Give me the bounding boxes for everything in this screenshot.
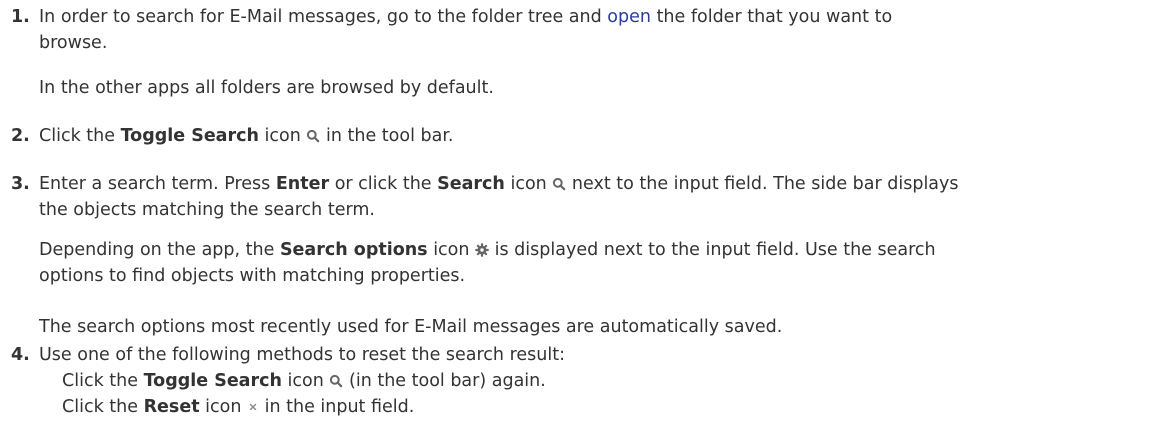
step-number: 3. <box>11 174 30 194</box>
step-text: Click the Toggle Search icon in the tool… <box>39 126 454 146</box>
search-icon <box>307 129 320 143</box>
step-number: 4. <box>11 345 30 365</box>
step-note: In the other apps all folders are browse… <box>39 78 494 98</box>
search-icon <box>553 177 566 191</box>
gear-icon <box>475 243 489 257</box>
method-item: Click the Reset icon in the input field. <box>62 397 415 417</box>
step-text: Use one of the following methods to rese… <box>39 345 565 365</box>
step-note: The search options most recently used fo… <box>39 317 783 337</box>
step-text: Enter a search term. Press Enter or clic… <box>39 174 959 220</box>
step-number: 2. <box>11 126 30 146</box>
step-number: 1. <box>11 7 30 27</box>
open-link[interactable]: open <box>607 7 651 27</box>
search-icon <box>330 374 343 388</box>
step-text: In order to search for E-Mail messages, … <box>39 7 893 53</box>
method-item: Click the Toggle Search icon (in the too… <box>62 371 546 391</box>
close-icon <box>249 403 257 411</box>
step-options-text: Depending on the app, the Search options… <box>39 240 936 286</box>
